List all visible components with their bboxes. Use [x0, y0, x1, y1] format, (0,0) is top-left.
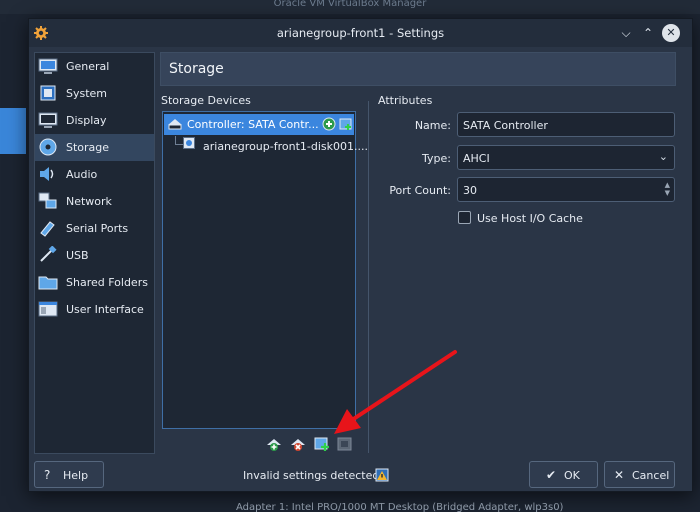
sidebar-item-label: Network — [66, 195, 112, 208]
sidebar-item-audio[interactable]: Audio — [35, 161, 154, 188]
add-optical-drive-icon[interactable] — [322, 117, 336, 131]
remove-attachment-icon[interactable] — [337, 436, 353, 452]
sidebar-item-label: Display — [66, 114, 107, 127]
sidebar-item-shared-folders[interactable]: Shared Folders — [35, 269, 154, 296]
sidebar-item-label: USB — [66, 249, 89, 262]
dialog-titlebar[interactable]: arianegroup-front1 - Settings ⌵ ⌃ ✕ — [29, 19, 692, 47]
disk-icon — [39, 138, 57, 156]
spin-down-icon[interactable]: ▼ — [665, 190, 670, 197]
window-icon — [38, 301, 58, 317]
port-count-label: Port Count: — [389, 184, 451, 197]
use-host-io-cache-checkbox[interactable] — [458, 211, 471, 224]
spin-up-icon[interactable]: ▲ — [665, 182, 670, 189]
chevron-down-icon: ⌵ — [621, 26, 631, 40]
tree-row-disk[interactable]: arianegroup-front1-disk001.... — [203, 140, 368, 153]
sidebar-item-label: System — [66, 87, 108, 100]
sidebar-item-label: Serial Ports — [66, 222, 129, 235]
dialog-title: arianegroup-front1 - Settings — [276, 26, 445, 40]
page-title: Storage — [169, 61, 224, 77]
storage-devices-tree[interactable]: Controller: SATA Contr... arianegroup-fr… — [162, 111, 368, 429]
port-count-value: 30 — [463, 184, 477, 197]
ok-button-label: OK — [564, 469, 580, 482]
cancel-button-label: Cancel — [632, 469, 670, 482]
use-host-io-cache-label[interactable]: Use Host I/O Cache — [477, 212, 583, 225]
add-controller-icon[interactable] — [266, 436, 282, 452]
name-field-value: SATA Controller — [463, 119, 548, 132]
sidebar-item-label: User Interface — [66, 303, 144, 316]
ok-button[interactable]: ✔ OK — [529, 461, 598, 488]
serial-port-icon — [40, 221, 55, 237]
sidebar-item-user-interface[interactable]: User Interface — [35, 296, 154, 323]
name-field[interactable]: SATA Controller — [457, 112, 675, 137]
help-button-label: Help — [63, 469, 89, 482]
checkmark-icon: ✔ — [546, 468, 557, 482]
close-button[interactable]: ✕ — [662, 24, 680, 42]
invalid-settings-text: Invalid settings detected — [243, 469, 380, 482]
sidebar-item-label: Shared Folders — [66, 276, 148, 289]
chevron-up-icon: ⌃ — [642, 26, 654, 40]
storage-devices-label: Storage Devices — [161, 94, 251, 107]
background-selected-vm-strip — [0, 108, 26, 154]
page-header: Storage — [160, 52, 676, 86]
sidebar-item-general[interactable]: General — [35, 53, 154, 80]
chip-icon — [40, 85, 56, 101]
usb-icon — [40, 246, 57, 262]
monitor-icon — [38, 58, 58, 74]
sidebar-item-label: General — [66, 60, 110, 73]
port-count-spinbox[interactable]: 30 ▲ ▼ — [457, 177, 675, 202]
sidebar-item-serial-ports[interactable]: Serial Ports — [35, 215, 154, 242]
sidebar-item-network[interactable]: Network — [35, 188, 154, 215]
folder-icon — [38, 276, 58, 290]
sidebar-item-label: Storage — [66, 141, 110, 154]
cancel-button[interactable]: ✕ Cancel — [604, 461, 675, 488]
sidebar-item-usb[interactable]: USB — [35, 242, 154, 269]
settings-dialog: arianegroup-front1 - Settings ⌵ ⌃ ✕ Gene… — [28, 18, 693, 492]
tree-connector — [175, 136, 183, 145]
type-label: Type: — [422, 152, 451, 165]
remove-controller-icon[interactable] — [290, 436, 306, 452]
type-select[interactable]: AHCI ⌄ — [457, 145, 675, 170]
sidebar-item-storage[interactable]: Storage — [35, 134, 154, 161]
sidebar-item-system[interactable]: System — [35, 80, 154, 107]
close-icon: ✕ — [666, 26, 676, 39]
close-icon: ✕ — [614, 468, 625, 482]
minimize-button[interactable]: ⌵ — [617, 24, 635, 42]
network-icon — [38, 192, 57, 209]
attributes-label: Attributes — [378, 94, 433, 107]
tree-row-controller[interactable]: Controller: SATA Contr... — [164, 114, 354, 135]
background-network-adapter-text: Adapter 1: Intel PRO/1000 MT Desktop (Br… — [0, 494, 700, 512]
name-label: Name: — [414, 119, 451, 132]
speaker-icon — [40, 167, 54, 181]
help-icon: ? — [44, 468, 51, 482]
sidebar-item-display[interactable]: Display — [35, 107, 154, 134]
background-window-title: Oracle VM VirtualBox Manager — [0, 0, 700, 14]
maximize-button[interactable]: ⌃ — [639, 24, 657, 42]
display-icon — [38, 112, 58, 128]
chevron-down-icon: ⌄ — [658, 150, 668, 163]
warning-icon[interactable] — [375, 468, 389, 482]
controller-label: Controller: SATA Contr... — [187, 118, 319, 131]
settings-sidebar: General System Display Storage Audio Net… — [34, 52, 155, 454]
controller-icon — [168, 119, 182, 130]
add-attachment-icon[interactable] — [314, 436, 330, 452]
type-select-value: AHCI — [463, 152, 490, 165]
hard-disk-icon — [183, 137, 195, 149]
help-button[interactable]: ? Help — [34, 461, 104, 488]
sidebar-item-label: Audio — [66, 168, 98, 181]
